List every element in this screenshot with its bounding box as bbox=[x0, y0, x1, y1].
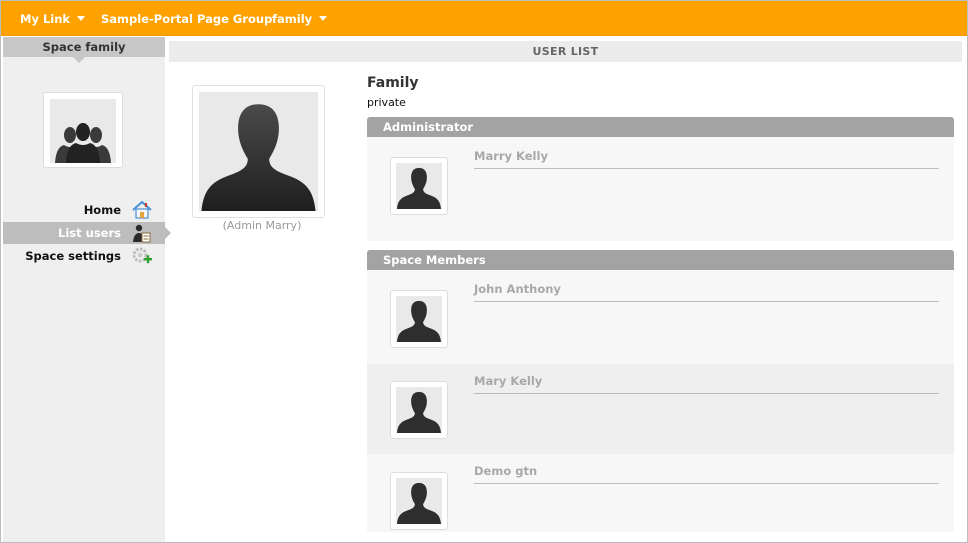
my-link-label: My Link bbox=[20, 12, 71, 26]
user-silhouette-icon bbox=[396, 387, 442, 433]
sidebar-item-space-settings[interactable]: Space settings bbox=[3, 245, 165, 267]
user-silhouette-icon bbox=[396, 163, 442, 209]
page-group-link[interactable]: Sample-Portal Page Group bbox=[101, 12, 272, 26]
user-silhouette-icon bbox=[199, 92, 318, 211]
sidebar-item-label: List users bbox=[58, 226, 121, 240]
member-row: John Anthony bbox=[367, 270, 954, 364]
sidebar-item-list-users[interactable]: List users bbox=[3, 222, 171, 244]
my-link-menu[interactable]: My Link bbox=[20, 12, 86, 26]
user-silhouette-icon bbox=[396, 478, 442, 524]
space-visibility: private bbox=[367, 96, 406, 109]
member-avatar[interactable] bbox=[390, 381, 448, 439]
house-icon bbox=[131, 200, 153, 220]
family-label: family bbox=[272, 12, 313, 26]
owner-avatar bbox=[192, 85, 325, 218]
administrator-section-header: Administrator bbox=[367, 117, 954, 143]
sidebar-item-label: Home bbox=[83, 203, 121, 217]
group-silhouette-icon bbox=[50, 99, 116, 163]
member-name-link[interactable]: Mary Kelly bbox=[474, 374, 939, 394]
member-row: Demo gtn bbox=[367, 454, 954, 532]
chevron-down-icon bbox=[319, 16, 328, 21]
owner-caption: (Admin Marry) bbox=[222, 219, 302, 232]
sidebar-title: Space family bbox=[3, 37, 165, 63]
top-navigation-bar: My Link Sample-Portal Page Group family bbox=[1, 1, 967, 36]
user-list-icon bbox=[131, 223, 153, 243]
family-menu[interactable]: family bbox=[272, 12, 328, 26]
settings-add-icon bbox=[131, 246, 153, 266]
member-avatar[interactable] bbox=[390, 290, 448, 348]
sidebar-item-label: Space settings bbox=[25, 249, 121, 263]
space-members-section-header: Space Members bbox=[367, 250, 954, 276]
member-name-link[interactable]: Marry Kelly bbox=[474, 149, 939, 169]
member-avatar[interactable] bbox=[390, 157, 448, 215]
member-row: Marry Kelly bbox=[367, 137, 954, 241]
chevron-down-icon bbox=[77, 16, 86, 21]
sidebar-item-home[interactable]: Home bbox=[3, 199, 165, 221]
page-group-label: Sample-Portal Page Group bbox=[101, 12, 273, 26]
space-avatar bbox=[43, 92, 123, 168]
member-row: Mary Kelly bbox=[367, 364, 954, 454]
user-list-header: USER LIST bbox=[169, 41, 962, 62]
space-name: Family bbox=[367, 75, 419, 91]
member-name-link[interactable]: John Anthony bbox=[474, 282, 939, 302]
member-avatar[interactable] bbox=[390, 472, 448, 530]
space-sidebar: Space family Home List users Space setti… bbox=[3, 37, 171, 542]
member-name-link[interactable]: Demo gtn bbox=[474, 464, 939, 484]
user-silhouette-icon bbox=[396, 296, 442, 342]
